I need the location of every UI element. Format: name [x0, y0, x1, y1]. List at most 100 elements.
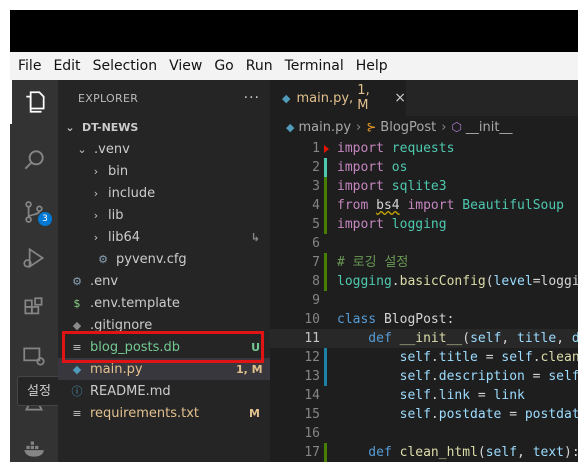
- line-number: 4: [312, 198, 320, 213]
- more-actions-button[interactable]: ···: [244, 90, 260, 106]
- code-token: import: [337, 217, 392, 232]
- tree-item-env[interactable]: ⚙ .env: [58, 270, 270, 292]
- git-gutter-marker: [324, 145, 329, 153]
- remote-explorer-icon[interactable]: [10, 334, 58, 378]
- code-line[interactable]: 7 # 로깅 설정: [270, 253, 578, 272]
- code-text: import sqlite3: [337, 177, 447, 196]
- menu-terminal[interactable]: Terminal: [279, 58, 350, 74]
- code-line[interactable]: 2 import os: [270, 158, 578, 177]
- breadcrumb-class[interactable]: BlogPost: [380, 120, 436, 135]
- chevron-down-icon: ⌄: [65, 120, 75, 134]
- breadcrumb-method[interactable]: __init__: [466, 120, 513, 135]
- git-gutter-marker: [324, 272, 327, 291]
- line-number: 6: [312, 236, 320, 251]
- code-text: self.link = link: [337, 386, 525, 405]
- code-token: requests: [391, 141, 455, 156]
- docker-icon[interactable]: [10, 426, 58, 462]
- code-line[interactable]: 5 import logging: [270, 215, 578, 234]
- extensions-icon[interactable]: [10, 286, 58, 330]
- menu-edit[interactable]: Edit: [47, 58, 86, 74]
- explorer-icon[interactable]: [10, 80, 58, 124]
- code-line[interactable]: 4 from bs4 import BeautifulSoup: [270, 196, 578, 215]
- code-token: self: [548, 369, 578, 384]
- tree-item-bin[interactable]: › bin: [58, 160, 270, 182]
- code-line[interactable]: 6: [270, 234, 578, 253]
- code-token: ):: [564, 445, 578, 460]
- run-debug-icon[interactable]: [10, 236, 58, 280]
- close-tab-icon[interactable]: ×: [394, 90, 406, 106]
- breadcrumb-file[interactable]: main.py: [298, 120, 351, 135]
- code-token: clean_htm: [540, 350, 578, 365]
- menu-file[interactable]: File: [10, 58, 47, 74]
- workspace-root[interactable]: ⌄ DT-NEWS: [58, 116, 270, 138]
- code-line[interactable]: 10 class BlogPost:: [270, 310, 578, 329]
- tree-item-label: main.py: [90, 361, 143, 377]
- menu-run[interactable]: Run: [240, 58, 279, 74]
- tree-item-env-template[interactable]: $ .env.template: [58, 292, 270, 314]
- code-token: =: [470, 388, 494, 403]
- code-line[interactable]: 12 self.title = self.clean_htm: [270, 348, 578, 367]
- source-control-badge: 3: [38, 212, 52, 226]
- settings-tooltip: 설정: [17, 376, 61, 406]
- code-text: from bs4 import BeautifulSoup: [337, 196, 564, 215]
- menu-view[interactable]: View: [163, 58, 208, 74]
- file-type-icon: ⚙: [72, 274, 82, 288]
- search-icon[interactable]: [10, 138, 58, 182]
- tree-item-include[interactable]: › include: [58, 182, 270, 204]
- file-type-icon: ⓘ: [71, 385, 83, 398]
- code-token: .: [532, 350, 541, 365]
- code-token: class: [337, 312, 384, 327]
- code-line[interactable]: 11 def __init__(self, title, desc: [270, 329, 578, 348]
- code-token: os: [391, 160, 408, 175]
- code-token: postdate: [524, 407, 578, 422]
- code-line[interactable]: 8 logging.basicConfig(level=logging.: [270, 272, 578, 291]
- line-number: 2: [312, 160, 320, 175]
- code-token: desc: [571, 331, 578, 346]
- code-text: self.description = self.cl: [337, 367, 578, 386]
- code-editor[interactable]: 1 import requests 2 import os 3 import sqlite…: [270, 138, 578, 462]
- code-token: =logging.: [532, 274, 578, 289]
- menu-go[interactable]: Go: [208, 58, 239, 74]
- line-number: 8: [312, 274, 320, 289]
- chevron-right-icon: ›: [93, 208, 99, 222]
- code-line[interactable]: 13 self.description = self.cl: [270, 367, 578, 386]
- tree-item-lib[interactable]: › lib: [58, 204, 270, 226]
- code-line[interactable]: 16: [270, 424, 578, 443]
- code-line[interactable]: 3 import sqlite3: [270, 177, 578, 196]
- code-token: self: [337, 388, 431, 403]
- tree-item-pyvenv-cfg[interactable]: ⚙ pyvenv.cfg: [58, 248, 270, 270]
- tree-item-venv[interactable]: ⌄ .venv: [58, 138, 270, 160]
- code-line[interactable]: 9: [270, 291, 578, 310]
- method-cube-icon: ⬡: [451, 120, 462, 134]
- git-gutter-marker: [324, 443, 327, 462]
- code-token: def: [337, 445, 400, 460]
- chevron-right-icon: ›: [93, 230, 99, 244]
- tree-item-readme-md[interactable]: ⓘ README.md: [58, 380, 270, 402]
- git-gutter-marker: [324, 367, 327, 386]
- code-text: import os: [337, 158, 407, 177]
- menu-help[interactable]: Help: [350, 58, 394, 74]
- code-line[interactable]: 14 self.link = link: [270, 386, 578, 405]
- line-number: 14: [304, 388, 320, 403]
- code-token: self: [337, 350, 431, 365]
- code-token: self: [501, 350, 533, 365]
- chevron-right-icon: ›: [93, 186, 99, 200]
- code-line[interactable]: 17 def clean_html(self, text):: [270, 443, 578, 462]
- tab-filename: main.py: [296, 90, 350, 106]
- source-control-icon[interactable]: 3: [10, 190, 58, 234]
- tree-item-requirements-txt[interactable]: ≡ requirements.txt M: [58, 402, 270, 424]
- code-line[interactable]: 15 self.postdate = postdate: [270, 405, 578, 424]
- code-token: :: [446, 312, 455, 327]
- line-number: 1: [312, 141, 320, 156]
- explorer-title: EXPLORER: [78, 91, 139, 105]
- tree-item-lib64[interactable]: › lib64 ↳: [58, 226, 270, 248]
- code-line[interactable]: 1 import requests: [270, 139, 578, 158]
- tree-item-label: lib: [108, 207, 124, 223]
- code-token: link: [438, 388, 471, 403]
- menu-selection[interactable]: Selection: [87, 58, 164, 74]
- tree-item-label: include: [108, 185, 156, 201]
- tab-main-py[interactable]: ◆ main.py, 1, M ×: [270, 80, 406, 116]
- tree-item-label: lib64: [108, 229, 141, 245]
- code-token: ,: [556, 331, 572, 346]
- chevron-right-icon: ›: [356, 119, 362, 135]
